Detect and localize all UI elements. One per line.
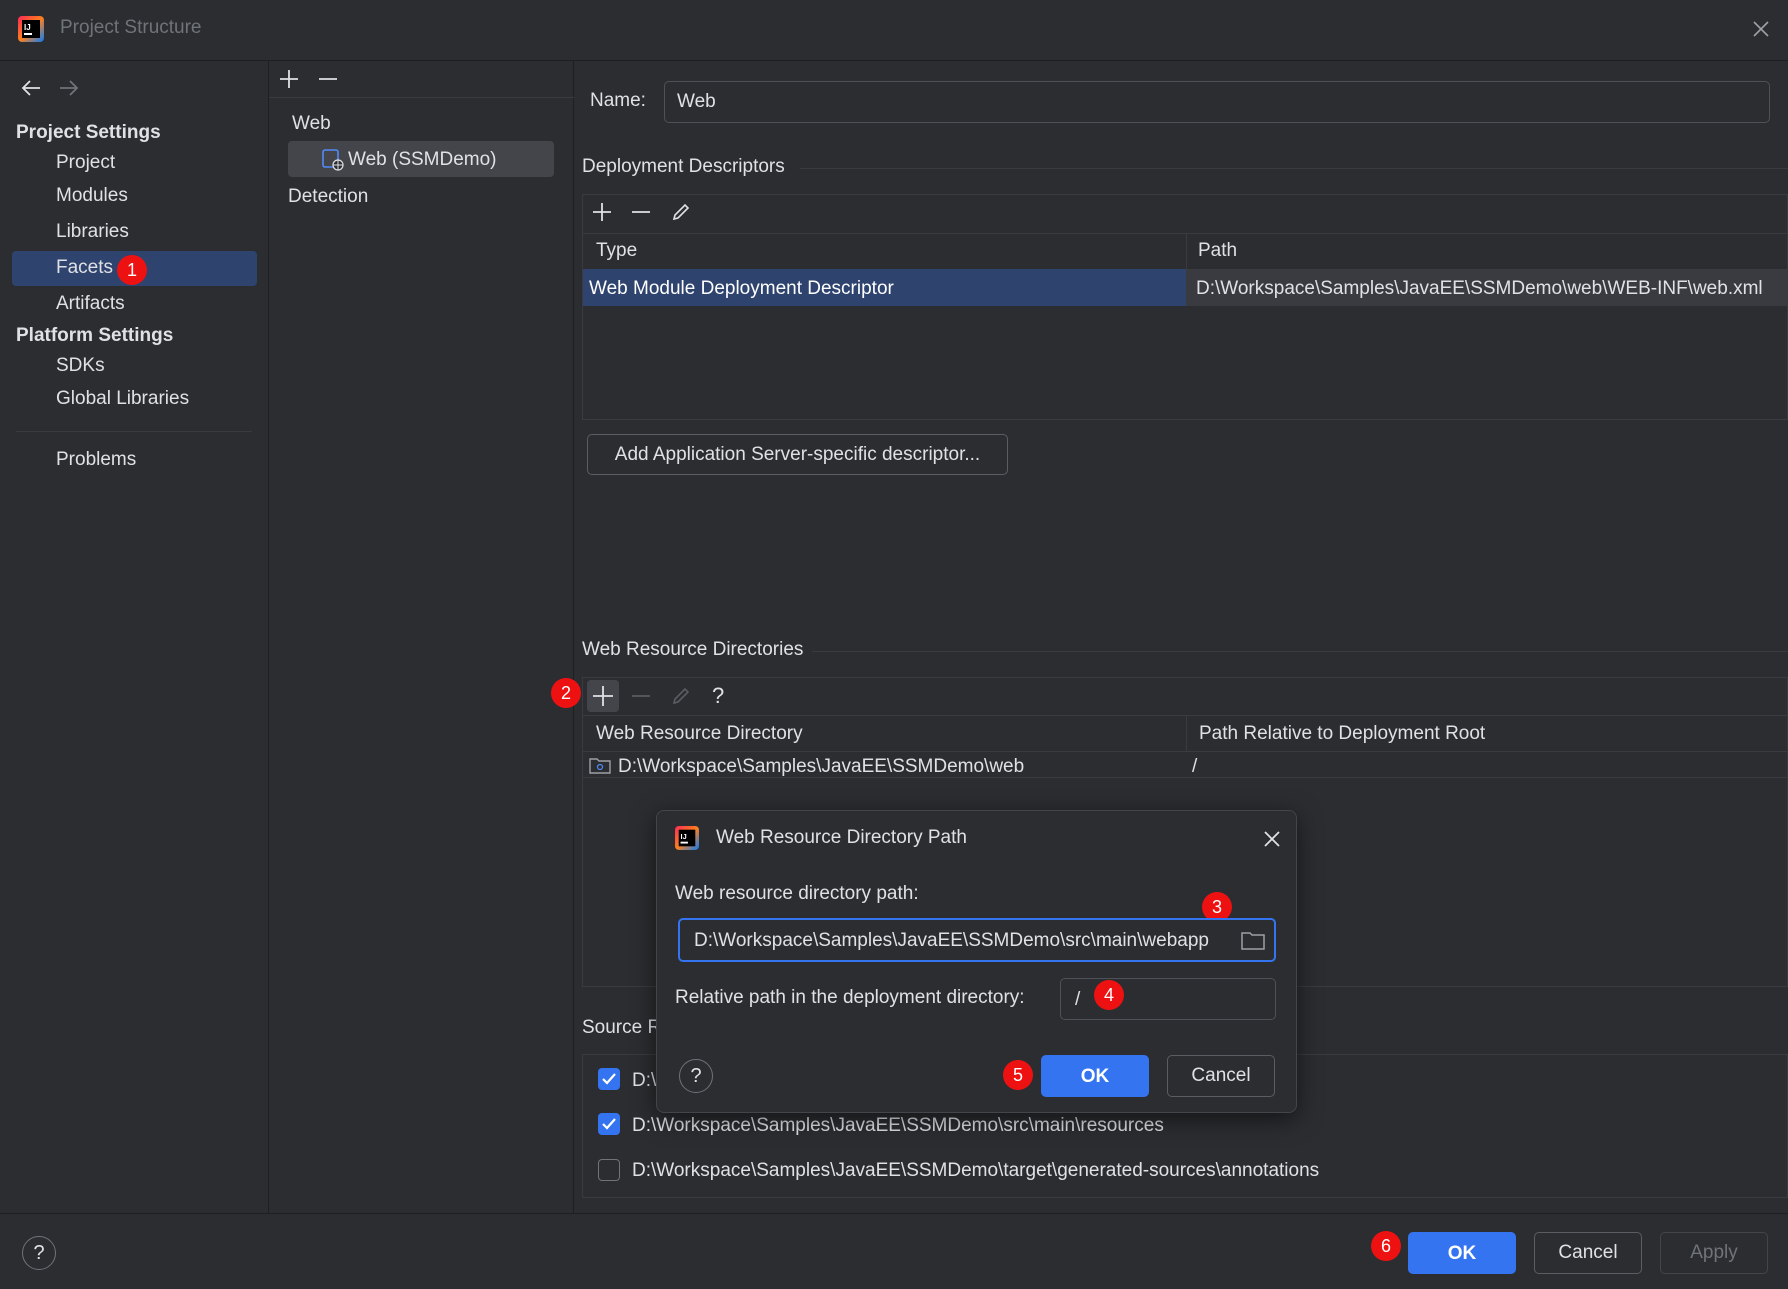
sidebar-item-artifacts[interactable]: Artifacts <box>56 293 125 315</box>
sidebar-item-facets-label[interactable]: Facets <box>56 257 113 279</box>
column-header-path[interactable]: Path <box>1198 240 1237 262</box>
dialog-relative-label: Relative path in the deployment director… <box>675 987 1025 1008</box>
table-header-border <box>582 233 1788 234</box>
web-facet-icon <box>322 149 344 171</box>
sidebar-item-project[interactable]: Project <box>56 152 115 174</box>
web-resource-relative-cell[interactable]: / <box>1192 756 1197 778</box>
source-root-path-3[interactable]: D:\Workspace\Samples\JavaEE\SSMDemo\targ… <box>632 1160 1319 1182</box>
sidebar-item-libraries[interactable]: Libraries <box>56 221 129 243</box>
apply-button[interactable]: Apply <box>1660 1232 1768 1274</box>
row-border <box>582 751 1788 752</box>
add-facet-icon[interactable] <box>279 69 299 89</box>
tree-toolbar-divider <box>269 97 574 98</box>
edit-web-resource-icon[interactable] <box>671 686 691 706</box>
ok-button[interactable]: OK <box>1408 1232 1516 1274</box>
sidebar-item-problems[interactable]: Problems <box>56 449 136 471</box>
web-resource-path-value[interactable]: D:\Workspace\Samples\JavaEE\SSMDemo\src\… <box>680 920 1274 962</box>
column-header-web-resource-directory[interactable]: Web Resource Directory <box>596 723 803 745</box>
sidebar-item-modules[interactable]: Modules <box>56 185 128 207</box>
dialog-close-icon[interactable] <box>1263 830 1281 848</box>
title-bar: IJ Project Structure <box>0 0 1788 61</box>
dialog-help-button[interactable]: ? <box>679 1059 713 1093</box>
project-settings-header: Project Settings <box>16 122 161 143</box>
dialog-title: Web Resource Directory Path <box>716 827 967 848</box>
table-header-border <box>582 715 1788 716</box>
add-server-descriptor-button[interactable]: Add Application Server-specific descript… <box>587 434 1008 475</box>
edit-descriptor-icon[interactable] <box>671 202 691 222</box>
source-root-path-1[interactable]: D:\ <box>632 1070 656 1092</box>
descriptor-type-cell[interactable]: Web Module Deployment Descriptor <box>583 269 1186 309</box>
tree-item-detection[interactable]: Detection <box>288 186 368 208</box>
intellij-logo-icon: IJ <box>18 16 44 42</box>
close-window-icon[interactable] <box>1752 20 1770 38</box>
name-field-value[interactable]: Web <box>665 82 1769 122</box>
relative-path-input[interactable]: / <box>1060 978 1276 1020</box>
window-title: Project Structure <box>60 17 202 38</box>
source-root-checkbox-3[interactable] <box>598 1159 620 1181</box>
web-resource-directory-cell[interactable]: D:\Workspace\Samples\JavaEE\SSMDemo\web <box>618 756 1024 778</box>
source-root-checkbox-1[interactable] <box>598 1068 620 1090</box>
dialog-ok-button[interactable]: OK <box>1041 1055 1149 1097</box>
web-resource-path-input[interactable]: D:\Workspace\Samples\JavaEE\SSMDemo\src\… <box>678 918 1276 962</box>
tree-item-label[interactable]: Web (SSMDemo) <box>348 149 497 171</box>
svg-text:IJ: IJ <box>681 832 687 841</box>
dialog-logo-icon: IJ <box>675 826 699 850</box>
sidebar <box>0 61 269 1213</box>
add-server-descriptor-label[interactable]: Add Application Server-specific descript… <box>615 444 980 465</box>
dialog-cancel-button[interactable]: Cancel <box>1167 1055 1275 1097</box>
remove-descriptor-icon[interactable] <box>631 202 651 222</box>
annotation-badge-4: 4 <box>1094 980 1124 1010</box>
footer-help-button[interactable]: ? <box>22 1236 56 1270</box>
tree-group-web[interactable]: Web <box>292 113 331 135</box>
source-root-path-2[interactable]: D:\Workspace\Samples\JavaEE\SSMDemo\src\… <box>632 1115 1164 1137</box>
web-resource-directories-header: Web Resource Directories <box>582 639 804 660</box>
folder-icon <box>589 756 611 774</box>
column-header-relative-path[interactable]: Path Relative to Deployment Root <box>1199 723 1485 745</box>
name-label: Name: <box>590 90 646 111</box>
platform-settings-header: Platform Settings <box>16 325 174 346</box>
section-divider <box>812 651 1788 652</box>
back-arrow-icon[interactable] <box>20 78 42 98</box>
section-divider <box>800 168 1788 169</box>
name-field[interactable]: Web <box>664 81 1770 123</box>
facet-tree-panel <box>269 61 574 1213</box>
help-icon[interactable]: ? <box>712 683 724 709</box>
annotation-badge-1: 1 <box>117 255 147 285</box>
descriptor-path-cell[interactable]: D:\Workspace\Samples\JavaEE\SSMDemo\web\… <box>1186 269 1787 309</box>
sidebar-divider <box>16 431 252 432</box>
relative-path-value[interactable]: / <box>1061 979 1275 1021</box>
add-web-resource-button[interactable] <box>587 680 619 712</box>
sidebar-item-sdks[interactable]: SDKs <box>56 355 105 377</box>
column-divider <box>1186 234 1187 270</box>
column-header-type[interactable]: Type <box>596 240 637 262</box>
column-divider <box>1186 716 1187 752</box>
remove-web-resource-icon[interactable] <box>631 686 651 706</box>
annotation-badge-6: 6 <box>1371 1231 1401 1261</box>
sidebar-item-global-libraries[interactable]: Global Libraries <box>56 388 189 410</box>
row-border <box>582 777 1788 778</box>
deployment-descriptors-header: Deployment Descriptors <box>582 156 785 177</box>
cancel-button[interactable]: Cancel <box>1534 1232 1642 1274</box>
source-roots-header: Source R <box>582 1017 662 1038</box>
footer <box>0 1213 1788 1289</box>
remove-facet-icon[interactable] <box>318 69 338 89</box>
browse-folder-icon[interactable] <box>1241 930 1265 950</box>
source-root-checkbox-2[interactable] <box>598 1113 620 1135</box>
table-row-path[interactable]: D:\Workspace\Samples\JavaEE\SSMDemo\web\… <box>1186 269 1787 306</box>
dialog-path-label: Web resource directory path: <box>675 883 919 904</box>
add-descriptor-icon[interactable] <box>592 202 612 222</box>
svg-text:IJ: IJ <box>24 23 31 32</box>
table-row[interactable]: Web Module Deployment Descriptor <box>583 269 1186 306</box>
annotation-badge-5: 5 <box>1003 1060 1033 1090</box>
forward-arrow-icon[interactable] <box>58 78 80 98</box>
annotation-badge-2: 2 <box>551 678 581 708</box>
